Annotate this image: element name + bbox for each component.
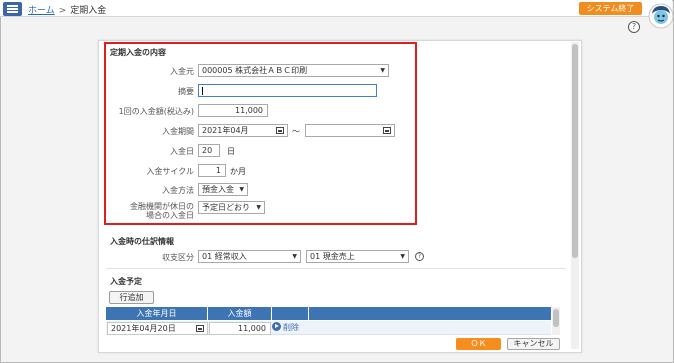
delete-row-button[interactable]: 削除: [272, 322, 299, 333]
add-row-button[interactable]: 行追加: [109, 291, 154, 304]
delete-label: 削除: [283, 323, 299, 332]
avatar-icon[interactable]: [647, 2, 674, 30]
panel-scrollbar-thumb[interactable]: [572, 44, 578, 258]
table-scrollbar-thumb[interactable]: [553, 309, 559, 327]
schedule-date-input[interactable]: 2021年04月20日: [107, 322, 208, 335]
help-icon[interactable]: ?: [628, 21, 640, 33]
journal-category1-select[interactable]: 01 経常収入 ▼: [198, 250, 301, 263]
breadcrumb-home-link[interactable]: ホーム: [28, 6, 55, 16]
column-header-action: [272, 307, 309, 320]
play-icon: [272, 322, 281, 331]
journal-category2-select[interactable]: 01 現金売上 ▼: [306, 250, 409, 263]
divider: [106, 268, 566, 269]
column-header-amount: 入金額: [208, 307, 272, 320]
journal-category-label: 収支区分: [162, 253, 194, 262]
journal-category1-value: 01 経常収入: [202, 252, 247, 261]
column-header-date: 入金年月日: [106, 307, 208, 320]
top-bar: ホーム > 定期入金 システム終了: [0, 0, 672, 17]
cancel-button[interactable]: キャンセル: [507, 338, 560, 350]
ok-button[interactable]: ＯＫ: [456, 338, 501, 350]
breadcrumb: ホーム > 定期入金: [28, 3, 106, 16]
breadcrumb-current: 定期入金: [70, 6, 107, 16]
calendar-icon[interactable]: [196, 325, 204, 332]
menu-icon[interactable]: [3, 2, 22, 16]
system-exit-button[interactable]: システム終了: [579, 2, 642, 15]
section-title-journal: 入金時の仕訳情報: [110, 237, 174, 246]
journal-category2-value: 01 現金売上: [310, 252, 355, 261]
help-icon[interactable]: ?: [415, 252, 424, 261]
dropdown-arrow-icon: ▼: [400, 253, 405, 260]
breadcrumb-separator: >: [58, 6, 67, 16]
schedule-date-value: 2021年04月20日: [111, 324, 176, 333]
dropdown-arrow-icon: ▼: [292, 253, 297, 260]
section-title-schedule: 入金予定: [110, 277, 142, 286]
highlight-frame: [104, 42, 417, 225]
schedule-table-header: 入金年月日 入金額: [106, 307, 551, 320]
schedule-amount-input[interactable]: 11,000: [209, 322, 271, 335]
